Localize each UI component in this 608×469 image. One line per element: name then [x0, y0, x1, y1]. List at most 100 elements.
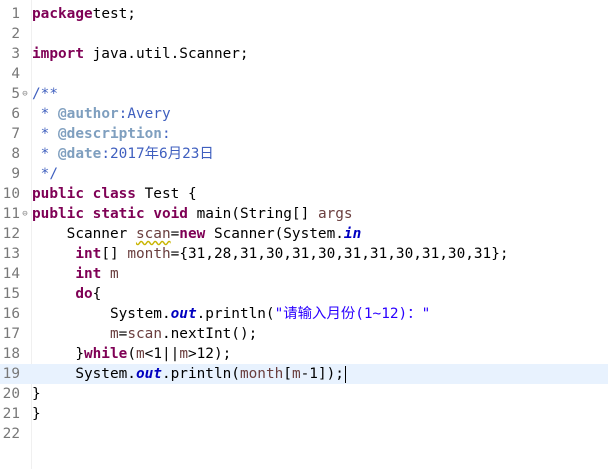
code-token: :: [161, 126, 171, 142]
code-token: .nextInt();: [161, 326, 258, 342]
code-text[interactable]: * @description:: [32, 124, 171, 144]
code-token: main(String[]: [187, 206, 318, 222]
code-token: int: [75, 266, 102, 282]
line-number: 8: [11, 146, 20, 162]
code-token: m: [291, 366, 301, 382]
line-number: 19: [2, 366, 20, 382]
code-token: []: [101, 246, 128, 262]
code-token: *: [32, 146, 58, 162]
code-token: int: [75, 246, 102, 262]
code-token: Scanner: [32, 226, 136, 242]
code-token: m: [109, 326, 119, 342]
code-token: System.: [32, 306, 171, 322]
line-number: 6: [11, 106, 20, 122]
code-token: (: [127, 346, 136, 362]
code-text[interactable]: * @author:Avery: [32, 104, 171, 124]
code-line[interactable]: 12 Scanner scan=new Scanner(System.in: [0, 224, 608, 244]
code-text[interactable]: System.out.println("请输入月份(1~12)：": [32, 304, 430, 324]
line-number: 12: [2, 226, 20, 242]
code-line[interactable]: 11 ⊖ public static void main(String[] args: [0, 204, 608, 224]
code-token: public: [32, 206, 84, 222]
code-text[interactable]: }while(m<1||m>12);: [32, 344, 231, 364]
line-number: 5: [11, 86, 20, 102]
code-text[interactable]: m=scan.nextInt();: [32, 324, 257, 344]
code-line[interactable]: 7 * @description:: [0, 124, 608, 144]
code-line[interactable]: 21}: [0, 404, 608, 424]
code-text[interactable]: * @date:2017年6月23日: [32, 144, 214, 164]
code-text[interactable]: Scanner scan=new Scanner(System.in: [32, 224, 362, 244]
fold-toggle-icon[interactable]: ⊖: [20, 84, 30, 104]
code-token: scan: [127, 326, 162, 342]
line-number: 13: [2, 246, 20, 262]
code-line[interactable]: 3 import java.util.Scanner;: [0, 44, 608, 64]
code-line[interactable]: 2: [0, 24, 608, 44]
code-token: do: [75, 286, 93, 302]
line-number: 9: [11, 166, 20, 182]
code-text[interactable]: }: [32, 404, 41, 424]
code-line[interactable]: 17 m=scan.nextInt();: [0, 324, 608, 344]
line-number: 21: [2, 406, 20, 422]
line-number: 1: [11, 6, 20, 22]
fold-toggle-icon[interactable]: ⊖: [20, 204, 30, 224]
code-text[interactable]: /**: [32, 84, 58, 104]
code-token: Test {: [135, 186, 197, 202]
code-text[interactable]: public class Test {: [32, 184, 197, 204]
line-number: 10: [2, 186, 20, 202]
line-number: 2: [11, 26, 20, 42]
code-line[interactable]: 16 System.out.println("请输入月份(1~12)：": [0, 304, 608, 324]
code-line[interactable]: 10 public class Test {: [0, 184, 608, 204]
code-text[interactable]: */: [32, 164, 58, 184]
code-token: m: [135, 346, 145, 362]
code-token: .println(: [161, 366, 240, 382]
code-text[interactable]: int m: [32, 264, 119, 284]
code-token: out: [170, 306, 197, 322]
code-token: }: [32, 386, 41, 402]
code-token: test;: [92, 6, 136, 22]
code-token: m: [110, 266, 119, 282]
code-token: /**: [32, 86, 58, 102]
code-token: new: [179, 226, 206, 242]
code-line[interactable]: 8 * @date:2017年6月23日: [0, 144, 608, 164]
code-token: while: [83, 346, 128, 362]
code-token: package: [32, 6, 93, 22]
code-token: {: [92, 286, 102, 302]
code-token: @description: [58, 126, 162, 142]
code-token: .println(: [196, 306, 275, 322]
code-text[interactable]: import java.util.Scanner;: [32, 44, 249, 64]
code-line[interactable]: 15 do{: [0, 284, 608, 304]
code-line[interactable]: 5 ⊖/**: [0, 84, 608, 104]
line-number: 7: [11, 126, 20, 142]
code-line[interactable]: 18 }while(m<1||m>12);: [0, 344, 608, 364]
line-number: 17: [2, 326, 20, 342]
code-line[interactable]: 13 int[] month={31,28,31,30,31,30,31,31,…: [0, 244, 608, 264]
code-text[interactable]: }: [32, 384, 41, 404]
code-editor[interactable]: 1 packagetest; 2 3 import java.util.Scanner;…: [0, 0, 608, 469]
code-line[interactable]: 20}: [0, 384, 608, 404]
code-token: -1]);: [300, 366, 344, 382]
code-token: void: [153, 206, 188, 222]
text-cursor: [344, 365, 346, 383]
line-number: 22: [2, 426, 20, 442]
code-line[interactable]: 22: [0, 424, 608, 444]
code-token: <1||: [144, 346, 180, 362]
code-line[interactable]: 14 int m: [0, 264, 608, 284]
code-token: m: [179, 346, 188, 362]
line-number: 18: [2, 346, 20, 362]
line-number: 15: [2, 286, 20, 302]
code-token: >12);: [187, 346, 232, 362]
code-line[interactable]: 4: [0, 64, 608, 84]
code-line[interactable]: 9 */: [0, 164, 608, 184]
code-line[interactable]: 6 * @author:Avery: [0, 104, 608, 124]
code-text[interactable]: System.out.println(month[m-1]);: [32, 364, 346, 384]
code-token: scan: [135, 226, 171, 242]
code-text[interactable]: packagetest;: [32, 4, 136, 24]
code-line[interactable]: 1 packagetest;: [0, 4, 608, 24]
code-line[interactable]: 19 System.out.println(month[m-1]);: [0, 364, 608, 384]
code-text[interactable]: public static void main(String[] args: [32, 204, 353, 224]
code-text[interactable]: do{: [32, 284, 101, 304]
code-text[interactable]: int[] month={31,28,31,30,31,30,31,31,30,…: [32, 244, 508, 264]
